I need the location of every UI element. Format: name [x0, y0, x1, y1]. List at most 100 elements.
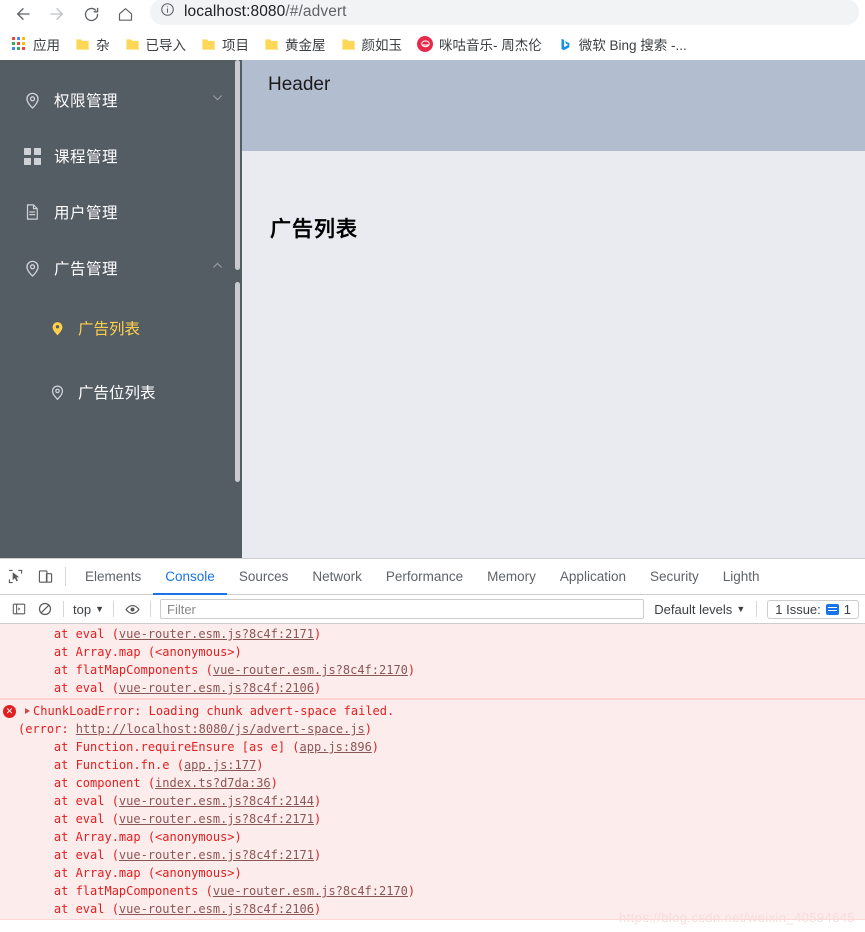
tab-label: Console — [165, 569, 215, 584]
folder-icon — [264, 37, 279, 52]
source-link[interactable]: app.js:177 — [184, 758, 256, 772]
tab-label: Network — [312, 569, 362, 584]
tab-console[interactable]: Console — [153, 559, 227, 595]
source-link[interactable]: app.js:896 — [300, 740, 372, 754]
chevron-up-icon[interactable] — [211, 259, 224, 277]
browser-nav-row: localhost:8080/#/advert — [0, 0, 865, 28]
inspect-element-icon[interactable] — [0, 559, 30, 594]
console-line: at Function.fn.e (app.js:177) — [0, 756, 865, 774]
forward-button[interactable] — [40, 1, 74, 27]
bookmark-label: 应用 — [33, 38, 60, 53]
bookmark-folder-5[interactable]: 颜如玉 — [336, 32, 410, 56]
line-text: at eval ( — [25, 794, 119, 808]
bookmark-folder-3[interactable]: 项目 — [196, 32, 256, 56]
bookmark-migu-music[interactable]: 咪咕音乐- 周杰伦 — [412, 32, 549, 56]
tab-label: Security — [649, 569, 699, 584]
bookmark-apps[interactable]: 应用 — [7, 32, 67, 56]
tab-label: Application — [559, 569, 626, 584]
line-tail: ) — [314, 794, 322, 808]
console-sidebar-icon[interactable] — [6, 598, 32, 620]
sidebar-item-label: 用户管理 — [54, 205, 119, 222]
expand-triangle-icon[interactable] — [25, 708, 30, 714]
address-bar[interactable]: localhost:8080/#/advert — [150, 0, 859, 25]
issues-label: 1 Issue: — [775, 601, 821, 617]
console-line: at flatMapComponents (vue-router.esm.js?… — [0, 661, 865, 679]
source-link[interactable]: vue-router.esm.js?8c4f:2106 — [119, 902, 314, 916]
filterbar-divider-4 — [756, 601, 758, 617]
tab-sources[interactable]: Sources — [227, 559, 301, 594]
clear-console-icon[interactable] — [32, 598, 58, 620]
source-link[interactable]: vue-router.esm.js?8c4f:2106 — [119, 681, 314, 695]
tab-network[interactable]: Network — [300, 559, 374, 594]
tab-security[interactable]: Security — [638, 559, 711, 594]
sidebar-scrollbar-lower[interactable] — [235, 282, 240, 482]
tab-label: Elements — [85, 569, 142, 584]
line-text: at flatMapComponents ( — [25, 884, 213, 898]
line-text: at eval ( — [25, 848, 119, 862]
line-tail: ) — [270, 776, 278, 790]
sidebar-item-label: 广告管理 — [54, 261, 119, 278]
location-pin-icon — [48, 383, 66, 401]
bookmark-label: 已导入 — [145, 38, 187, 53]
line-tail: ) — [314, 812, 322, 826]
app-sidebar: 权限管理 课程管理 用户管理 广告管理 广告列表 广告位列表 — [0, 60, 242, 558]
page-info-icon[interactable] — [160, 2, 175, 22]
live-expression-icon[interactable] — [119, 598, 145, 620]
sidebar-item-course-management[interactable]: 课程管理 — [0, 128, 242, 184]
source-link[interactable]: http://localhost:8080/js/advert-space.js — [76, 722, 365, 736]
console-output[interactable]: at eval (vue-router.esm.js?8c4f:2171) at… — [0, 624, 865, 932]
location-pin-icon — [22, 90, 42, 110]
bookmark-folder-1[interactable]: 杂 — [70, 32, 117, 56]
sidebar-subitem-advert-space-list[interactable]: 广告位列表 — [0, 360, 242, 424]
source-link[interactable]: vue-router.esm.js?8c4f:2171 — [119, 627, 314, 641]
console-filter-input[interactable]: Filter — [160, 599, 645, 619]
tab-lighthouse[interactable]: Lighth — [711, 559, 772, 594]
filterbar-divider-2 — [113, 601, 114, 617]
back-button[interactable] — [6, 1, 40, 27]
source-link[interactable]: vue-router.esm.js?8c4f:2170 — [213, 884, 408, 898]
console-line: at eval (vue-router.esm.js?8c4f:2171) — [0, 625, 865, 643]
reload-button[interactable] — [74, 1, 108, 27]
source-link[interactable]: vue-router.esm.js?8c4f:2171 — [119, 812, 314, 826]
js-context-label: top — [73, 601, 92, 617]
sidebar-item-permission-management[interactable]: 权限管理 — [0, 72, 242, 128]
page-header: Header — [242, 60, 865, 151]
bookmark-label: 项目 — [222, 38, 249, 53]
tab-memory[interactable]: Memory — [475, 559, 548, 594]
bookmark-folder-4[interactable]: 黄金屋 — [259, 32, 333, 56]
sidebar-scrollbar-upper[interactable] — [235, 60, 240, 270]
console-line: at Function.requireEnsure [as e] (app.js… — [0, 738, 865, 756]
folder-icon — [125, 37, 140, 52]
console-line: at eval (vue-router.esm.js?8c4f:2144) — [0, 792, 865, 810]
line-tail: ) — [371, 740, 380, 754]
log-levels-dropdown[interactable]: Default levels ▼ — [648, 602, 751, 617]
bookmark-folder-2[interactable]: 已导入 — [120, 32, 194, 56]
source-link[interactable]: vue-router.esm.js?8c4f:2171 — [119, 848, 314, 862]
home-button[interactable] — [108, 1, 142, 27]
sidebar-item-advert-management[interactable]: 广告管理 — [0, 240, 242, 296]
tab-elements[interactable]: Elements — [73, 559, 153, 594]
url-host: localhost:8080 — [184, 3, 286, 20]
device-toolbar-icon[interactable] — [30, 559, 60, 594]
issues-badge[interactable]: 1 Issue: 1 — [767, 599, 859, 619]
bing-favicon — [557, 36, 573, 52]
bookmark-bing-search[interactable]: 微软 Bing 搜索 -... — [552, 32, 694, 56]
grid-squares-icon — [22, 146, 42, 166]
issues-count: 1 — [843, 601, 851, 617]
source-link[interactable]: vue-router.esm.js?8c4f:2144 — [119, 794, 314, 808]
js-context-selector[interactable]: top ▼ — [69, 602, 108, 617]
chevron-down-icon[interactable] — [211, 91, 224, 109]
source-link[interactable]: vue-router.esm.js?8c4f:2170 — [213, 663, 408, 677]
source-link[interactable]: index.ts?d7da:36 — [155, 776, 271, 790]
address-bar-url[interactable]: localhost:8080/#/advert — [184, 3, 347, 21]
line-text: at eval ( — [25, 812, 119, 826]
console-error-headline[interactable]: ChunkLoadError: Loading chunk advert-spa… — [0, 702, 865, 720]
folder-icon — [75, 37, 90, 52]
sidebar-item-user-management[interactable]: 用户管理 — [0, 184, 242, 240]
tab-performance[interactable]: Performance — [374, 559, 475, 594]
sidebar-subitem-advert-list[interactable]: 广告列表 — [0, 296, 242, 360]
tab-application[interactable]: Application — [548, 559, 638, 594]
document-icon — [22, 202, 42, 222]
chevron-down-icon: ▼ — [736, 604, 746, 614]
line-tail: ) — [314, 627, 322, 641]
